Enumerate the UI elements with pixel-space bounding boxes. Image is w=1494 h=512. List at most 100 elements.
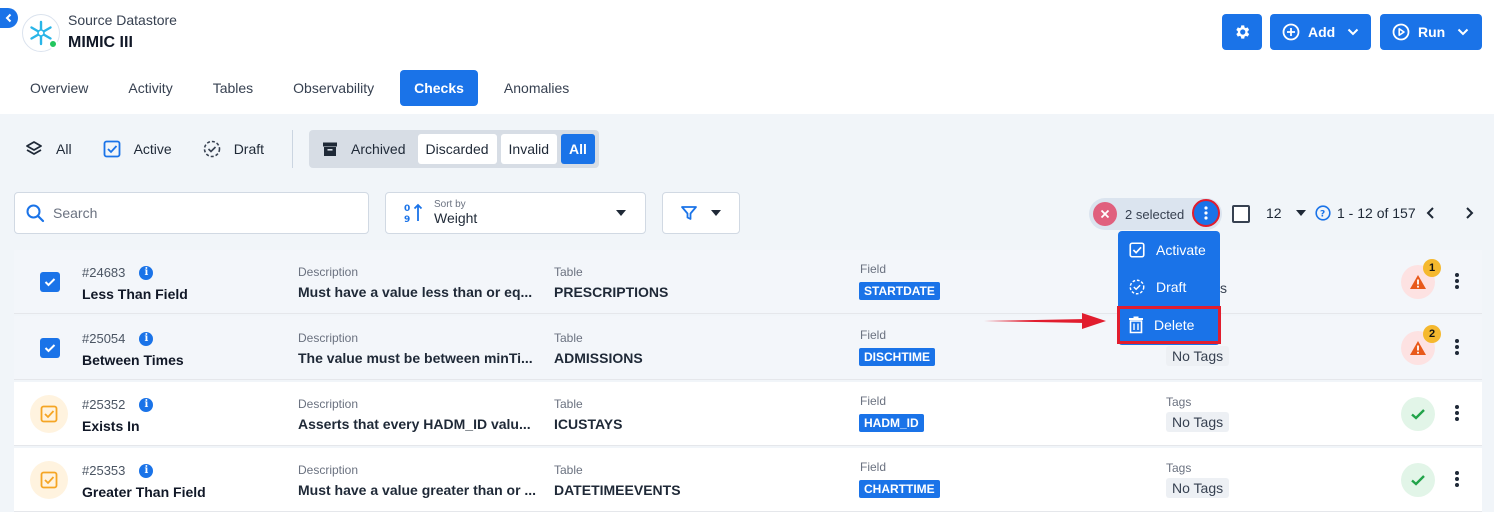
help-circle-icon[interactable]: ? [1315, 205, 1331, 221]
row-actions-icon[interactable] [1454, 404, 1460, 422]
check-name[interactable]: Exists In [82, 418, 140, 434]
row-checkbox[interactable] [40, 338, 60, 358]
check-icon [1411, 475, 1425, 486]
status-indicator: 2 [1401, 325, 1441, 365]
search-icon [26, 204, 45, 223]
table-value: ADMISSIONS [554, 350, 643, 366]
tab-overview[interactable]: Overview [16, 70, 102, 106]
row-actions-icon[interactable] [1454, 272, 1460, 290]
warning-icon [1410, 341, 1426, 355]
chevron-down-icon [1458, 28, 1469, 36]
table-label: Table [554, 463, 583, 477]
tags-chip: No Tags [1166, 412, 1230, 432]
pagination-info: ? 1 - 12 of 157 [1315, 205, 1416, 221]
filter-draft[interactable]: Draft [202, 139, 264, 159]
check-icon [1411, 409, 1425, 420]
table-row[interactable]: #25352 i Exists In Description Asserts th… [14, 382, 1482, 446]
add-button[interactable]: Add [1270, 14, 1371, 50]
table-row[interactable]: #25353 i Greater Than Field Description M… [14, 448, 1482, 512]
check-name[interactable]: Greater Than Field [82, 484, 206, 500]
info-icon[interactable]: i [139, 463, 154, 478]
chevron-left-icon[interactable] [1424, 205, 1438, 221]
filter-discarded[interactable]: Discarded [417, 134, 497, 164]
check-name[interactable]: Between Times [82, 352, 184, 368]
table-value: PRESCRIPTIONS [554, 284, 669, 300]
tab-anomalies[interactable]: Anomalies [490, 70, 583, 106]
field-badge: CHARTTIME [859, 480, 940, 498]
filter-invalid[interactable]: Invalid [500, 134, 557, 164]
filter-divider [292, 130, 294, 168]
menu-item-delete[interactable]: Delete [1117, 306, 1221, 344]
bulk-actions-button[interactable] [1192, 199, 1220, 227]
tab-observability[interactable]: Observability [279, 70, 388, 106]
filter-menu-button[interactable] [662, 192, 740, 234]
filter-all[interactable]: All [24, 139, 72, 159]
caret-down-icon [711, 210, 721, 216]
status-filter-bar: All Active Draft Archived Discarded Inva… [24, 130, 599, 168]
tab-activity[interactable]: Activity [114, 70, 186, 106]
layers-icon [26, 141, 42, 155]
sort-by-value: Weight [434, 210, 478, 226]
menu-item-label: Delete [1154, 317, 1195, 333]
filter-active[interactable]: Active [102, 139, 172, 159]
table-row[interactable]: #24683 i Less Than Field Description Must… [14, 250, 1482, 314]
run-button[interactable]: Run [1380, 14, 1482, 50]
gear-icon [1236, 25, 1250, 39]
settings-button[interactable] [1222, 14, 1262, 50]
check-icon [44, 344, 56, 353]
check-id: #25353 i [82, 463, 154, 478]
select-all-checkbox[interactable] [1232, 205, 1250, 223]
filter-active-label: Active [133, 141, 172, 157]
table-value: DATETIMEEVENTS [554, 482, 681, 498]
tags-chip: No Tags [1166, 478, 1230, 498]
description-value: The value must be between minTi... [298, 350, 533, 366]
field-label: Field [860, 262, 887, 276]
filter-all-label: All [56, 141, 72, 157]
info-icon[interactable]: i [139, 265, 154, 280]
run-label: Run [1418, 24, 1446, 40]
menu-item-activate[interactable]: Activate [1118, 232, 1220, 268]
table-row[interactable]: #25054 i Between Times Description The va… [14, 316, 1482, 380]
checkbox-check-icon [40, 471, 58, 489]
svg-text:?: ? [1320, 210, 1325, 220]
tags-label: Tags [1166, 395, 1192, 409]
search-field[interactable]: Search [14, 192, 369, 234]
sort-select[interactable]: 0 9 Sort by Weight [385, 192, 646, 234]
row-actions-icon[interactable] [1454, 470, 1460, 488]
check-type-icon [30, 395, 68, 433]
annotation-arrow-icon [984, 313, 1106, 329]
info-icon[interactable]: i [139, 331, 154, 346]
description-value: Asserts that every HADM_ID valu... [298, 416, 531, 432]
sort-by-caption: Sort by [434, 199, 466, 210]
description-value: Must have a value less than or eq... [298, 284, 533, 300]
table-label: Table [554, 265, 583, 279]
check-id: #24683 i [82, 265, 154, 280]
field-badge: HADM_ID [859, 414, 924, 432]
checkbox-check-icon [1129, 242, 1145, 258]
sidebar-collapse-button[interactable] [0, 8, 18, 28]
row-checkbox[interactable] [40, 272, 60, 292]
info-icon[interactable]: i [139, 397, 154, 412]
check-id: #25352 i [82, 397, 154, 412]
check-id-text: #25353 [82, 463, 126, 478]
clear-selection-button[interactable] [1093, 202, 1117, 226]
check-name[interactable]: Less Than Field [82, 286, 188, 302]
caret-down-icon [1295, 210, 1306, 216]
page-size-select[interactable]: 12 [1266, 205, 1306, 221]
sort-numeric-icon: 0 9 [404, 203, 423, 224]
checkbox-check-icon [40, 405, 58, 423]
description-label: Description [298, 463, 359, 477]
datastore-kicker: Source Datastore [68, 12, 177, 28]
tab-checks[interactable]: Checks [400, 70, 478, 106]
tags-label: Tags [1166, 461, 1192, 475]
filter-all-archived[interactable]: All [561, 134, 595, 164]
check-id-text: #25352 [82, 397, 126, 412]
menu-item-label: Draft [1156, 279, 1187, 295]
tab-tables[interactable]: Tables [199, 70, 267, 106]
filter-archived[interactable]: Archived [313, 134, 413, 164]
row-actions-icon[interactable] [1454, 338, 1460, 356]
menu-item-draft[interactable]: Draft [1118, 269, 1220, 305]
table-label: Table [554, 397, 583, 411]
dashed-circle-check-icon [1129, 279, 1145, 295]
chevron-right-icon[interactable] [1462, 205, 1476, 221]
